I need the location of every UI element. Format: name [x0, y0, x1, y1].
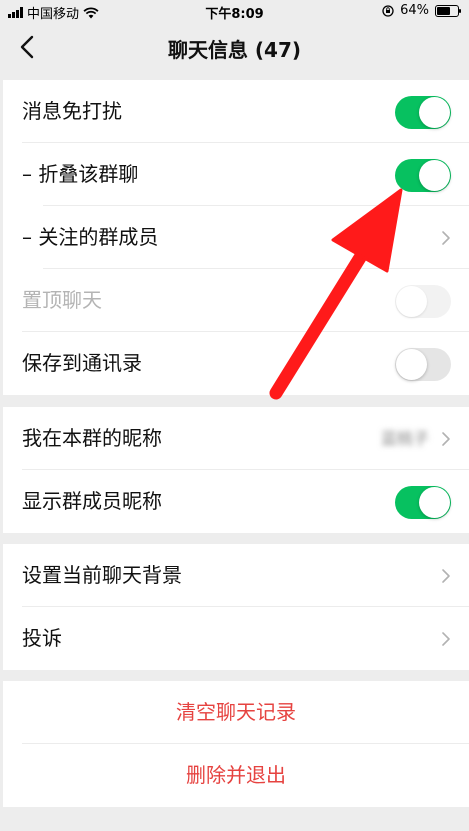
chevron-right-icon — [442, 231, 450, 245]
fold-group-label: – 折叠该群聊 — [22, 162, 139, 186]
my-nickname-label: 我在本群的昵称 — [22, 426, 162, 450]
status-right: 64% — [382, 3, 461, 18]
mute-toggle[interactable] — [395, 96, 451, 129]
settings-group-chat: 消息免打扰 – 折叠该群聊 – 关注的群成员 置顶聊天 保存到通讯录 — [3, 80, 469, 395]
battery-icon — [435, 4, 461, 17]
chevron-right-icon — [442, 632, 450, 646]
chat-background-label: 设置当前聊天背景 — [22, 563, 182, 587]
delete-exit-button[interactable]: 删除并退出 — [3, 744, 469, 807]
orientation-lock-icon — [382, 4, 394, 17]
show-nicknames-label: 显示群成员昵称 — [22, 489, 162, 513]
chevron-right-icon — [442, 432, 450, 446]
danger-actions: 清空聊天记录 删除并退出 — [3, 681, 469, 807]
nav-bar: 聊天信息 (47) — [0, 22, 469, 72]
complain-row[interactable]: 投诉 — [3, 607, 469, 670]
show-nicknames-row[interactable]: 显示群成员昵称 — [3, 470, 469, 533]
save-contacts-label: 保存到通讯录 — [22, 351, 142, 375]
followed-members-label: – 关注的群成员 — [22, 225, 159, 249]
chevron-right-icon — [442, 569, 450, 583]
battery-percent: 64% — [400, 3, 429, 18]
settings-group-nickname: 我在本群的昵称 蓝桃子 显示群成员昵称 — [3, 407, 469, 533]
page-title: 聊天信息 (47) — [167, 38, 302, 62]
status-bar: 中国移动 下午8:09 64% — [0, 0, 469, 22]
pin-chat-row: 置顶聊天 — [3, 269, 469, 332]
my-nickname-value: 蓝桃子 — [380, 429, 429, 448]
complain-label: 投诉 — [22, 626, 62, 650]
chat-background-row[interactable]: 设置当前聊天背景 — [3, 544, 469, 607]
save-contacts-row[interactable]: 保存到通讯录 — [3, 332, 469, 395]
save-contacts-toggle[interactable] — [395, 348, 451, 381]
clear-history-button[interactable]: 清空聊天记录 — [3, 681, 469, 744]
pin-chat-toggle — [395, 285, 451, 318]
fold-group-toggle[interactable] — [395, 159, 451, 192]
show-nicknames-toggle[interactable] — [395, 486, 451, 519]
mute-label: 消息免打扰 — [22, 99, 122, 123]
my-nickname-row[interactable]: 我在本群的昵称 蓝桃子 — [3, 407, 469, 470]
pin-chat-label: 置顶聊天 — [22, 288, 102, 312]
settings-group-misc: 设置当前聊天背景 投诉 — [3, 544, 469, 670]
delete-exit-label: 删除并退出 — [186, 763, 286, 787]
followed-members-row[interactable]: – 关注的群成员 — [3, 206, 469, 269]
mute-row[interactable]: 消息免打扰 — [3, 80, 469, 143]
fold-group-row[interactable]: – 折叠该群聊 — [3, 143, 469, 206]
clear-history-label: 清空聊天记录 — [176, 700, 296, 724]
